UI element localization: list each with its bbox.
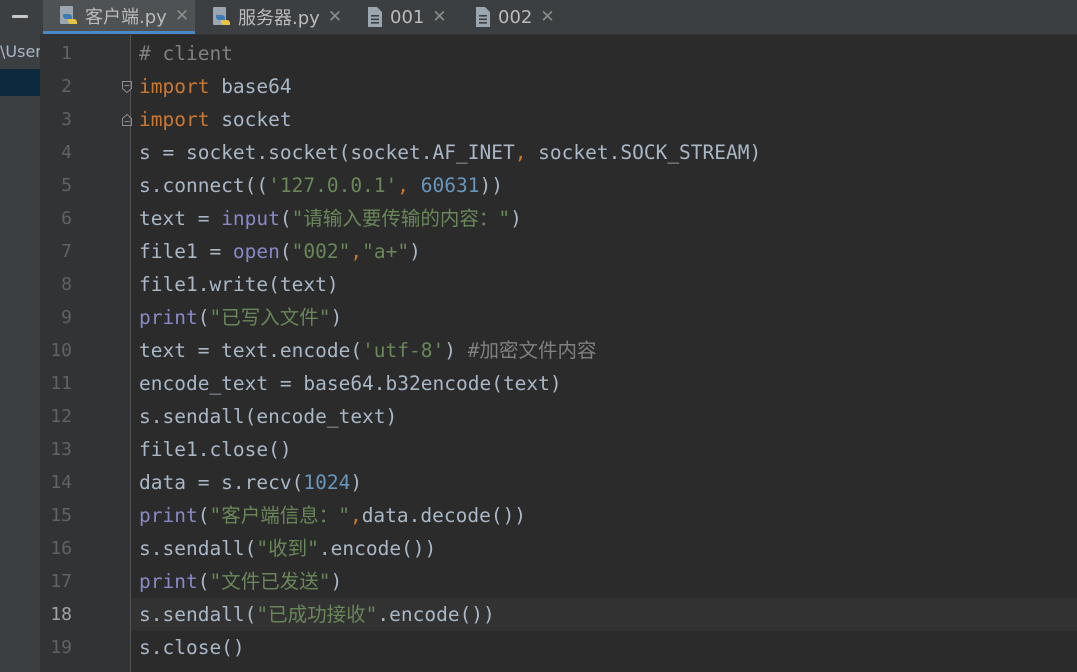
code-line[interactable]: print("文件已发送"): [139, 565, 342, 598]
tab-label: 001: [390, 6, 425, 28]
close-icon[interactable]: ✕: [540, 7, 554, 27]
close-icon[interactable]: ✕: [432, 7, 446, 27]
text-file-icon: [368, 7, 382, 27]
line-number: 12: [50, 406, 72, 427]
line-number: 3: [61, 109, 72, 130]
code-line[interactable]: s.close(): [139, 631, 245, 664]
code-line[interactable]: text = text.encode('utf-8') #加密文件内容: [139, 334, 596, 367]
fold-end-icon[interactable]: [122, 114, 132, 126]
tab-client-py[interactable]: 客户端.py ✕: [43, 0, 195, 34]
close-icon[interactable]: ✕: [175, 6, 189, 26]
tab-002[interactable]: 002 ✕: [474, 0, 574, 34]
code-line[interactable]: encode_text = base64.b32encode(text): [139, 367, 562, 400]
line-number: 6: [61, 208, 72, 229]
tab-server-py[interactable]: 服务器.py ✕: [210, 0, 360, 34]
code-line[interactable]: file1 = open("002","a+"): [139, 235, 421, 268]
code-line-current[interactable]: s.sendall("已成功接收".encode()): [139, 598, 495, 631]
line-number: 1: [61, 43, 72, 64]
line-number: 17: [50, 571, 72, 592]
minimize-icon: [12, 15, 28, 18]
code-line[interactable]: import socket: [139, 103, 292, 136]
line-number: 9: [61, 307, 72, 328]
line-number: 11: [50, 373, 72, 394]
line-number: 8: [61, 274, 72, 295]
line-number: 4: [61, 142, 72, 163]
code-line[interactable]: s.sendall(encode_text): [139, 400, 397, 433]
fold-start-icon[interactable]: [122, 81, 132, 93]
text-file-icon: [476, 7, 490, 27]
line-number: 14: [50, 472, 72, 493]
code-line[interactable]: file1.close(): [139, 433, 292, 466]
line-number: 15: [50, 505, 72, 526]
python-file-icon: [60, 5, 77, 24]
project-tree-selected-row[interactable]: [0, 69, 40, 96]
code-line[interactable]: s.connect(('127.0.0.1', 60631)): [139, 169, 503, 202]
line-number: 2: [61, 76, 72, 97]
editor-tab-bar: 客户端.py ✕ 服务器.py ✕ 001 ✕ 002 ✕: [40, 0, 1077, 35]
project-path-fragment: \User: [0, 42, 40, 61]
code-line[interactable]: s.sendall("收到".encode()): [139, 532, 436, 565]
close-icon[interactable]: ✕: [328, 7, 342, 27]
line-number-current: 18: [50, 604, 72, 625]
code-line[interactable]: s = socket.socket(socket.AF_INET, socket…: [139, 136, 761, 169]
code-line[interactable]: print("客户端信息：",data.decode()): [139, 499, 526, 532]
code-line[interactable]: text = input("请输入要传输的内容："): [139, 202, 522, 235]
code-line[interactable]: file1.write(text): [139, 268, 339, 301]
line-number: 10: [50, 340, 72, 361]
line-number: 5: [61, 175, 72, 196]
line-number: 19: [50, 637, 72, 658]
tab-label: 客户端.py: [85, 6, 167, 28]
editor-divider: [130, 35, 131, 672]
tab-label: 002: [498, 6, 533, 28]
project-panel-strip: [0, 0, 41, 672]
python-file-icon: [213, 7, 230, 25]
tab-001[interactable]: 001 ✕: [366, 0, 466, 34]
line-number: 7: [61, 241, 72, 262]
line-number: 16: [50, 538, 72, 559]
code-line[interactable]: import base64: [139, 70, 292, 103]
code-line[interactable]: print("已写入文件"): [139, 301, 342, 334]
line-number: 13: [50, 439, 72, 460]
code-line[interactable]: data = s.recv(1024): [139, 466, 362, 499]
code-line[interactable]: # client: [139, 37, 233, 70]
collapse-panel-button[interactable]: [0, 0, 40, 33]
tab-label: 服务器.py: [238, 8, 320, 29]
